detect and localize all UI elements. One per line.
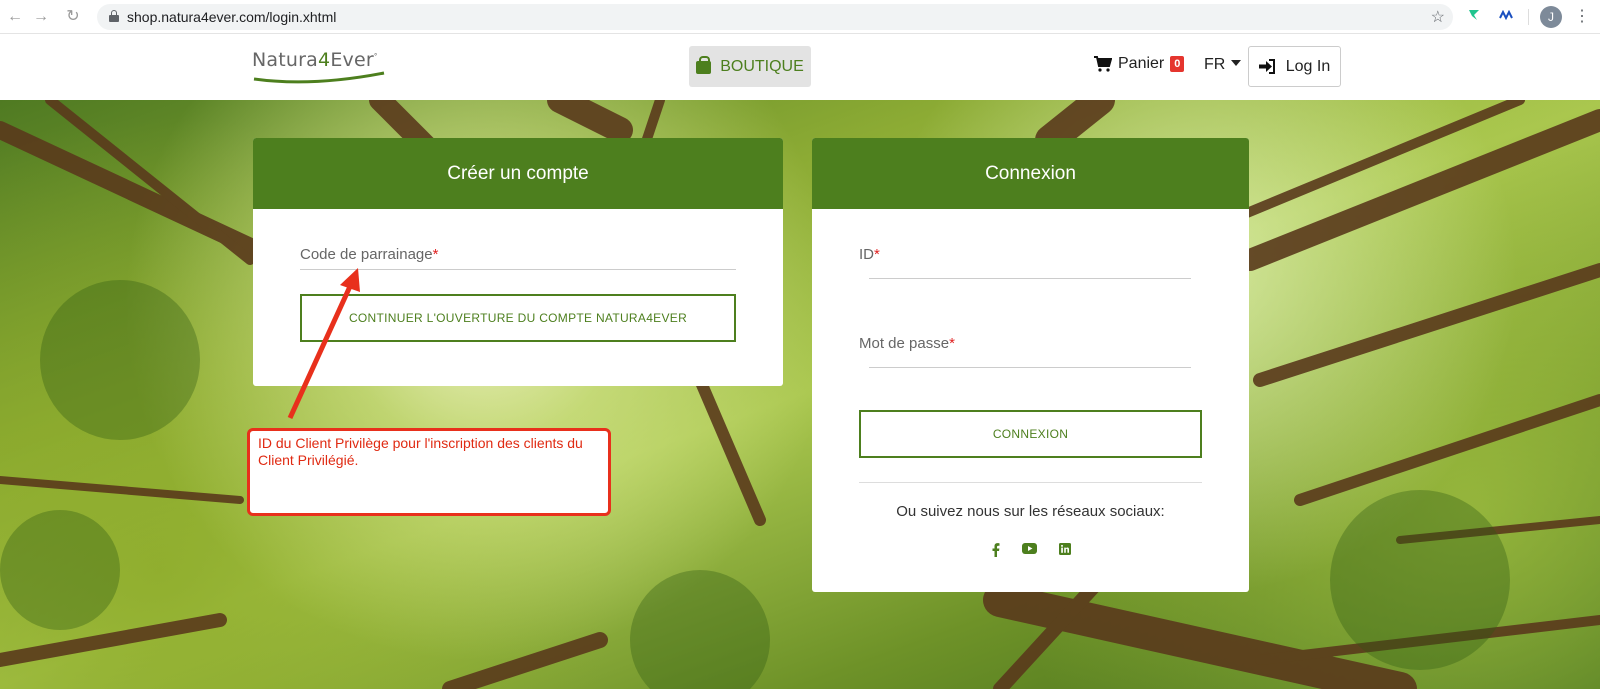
logo-text: Natura4Ever° [252, 49, 378, 71]
shopping-bag-icon [696, 56, 712, 74]
boutique-label: BOUTIQUE [720, 57, 804, 75]
referral-code-label: Code de parrainage* [300, 246, 439, 263]
profile-avatar[interactable]: J [1540, 6, 1562, 28]
logo-swoosh-icon [253, 71, 385, 84]
back-icon[interactable]: ← [4, 6, 26, 28]
login-title: Connexion [812, 138, 1249, 209]
youtube-icon[interactable] [1022, 543, 1037, 554]
chevron-down-icon [1231, 60, 1242, 66]
cart-label: Panier [1118, 55, 1165, 72]
natura4ever-logo[interactable]: Natura4Ever° [252, 49, 392, 87]
social-follow-text: Ou suivez nous sur les réseaux sociaux: [896, 503, 1165, 520]
browser-menu-icon[interactable]: ⋮ [1574, 6, 1590, 28]
reload-icon[interactable]: ↻ [62, 6, 84, 28]
site-header: Natura4Ever° BOUTIQUE Panier 0 FR Log In [0, 35, 1600, 100]
facebook-icon[interactable] [992, 543, 1000, 557]
id-label: ID* [859, 246, 880, 263]
cart-count-badge: 0 [1170, 56, 1185, 72]
url-text: shop.natura4ever.com/login.xhtml [127, 9, 337, 25]
create-account-card: Créer un compte Code de parrainage* CONT… [253, 138, 783, 386]
annotation-callout: ID du Client Privilège pour l'inscriptio… [247, 428, 611, 516]
password-label: Mot de passe* [859, 335, 955, 352]
cart-link[interactable]: Panier 0 [1094, 55, 1185, 73]
login-button[interactable]: Log In [1248, 46, 1341, 87]
annotation-text: ID du Client Privilège pour l'inscriptio… [258, 435, 583, 468]
toolbar-divider [1528, 9, 1529, 25]
lock-icon [109, 10, 119, 22]
linkedin-icon[interactable] [1059, 543, 1071, 555]
social-links [992, 543, 1071, 557]
referral-code-input[interactable] [300, 269, 736, 270]
divider [859, 482, 1202, 483]
browser-toolbar: ← → ↻ shop.natura4ever.com/login.xhtml ☆… [0, 0, 1600, 34]
extension-icon-2[interactable] [1499, 8, 1515, 23]
sign-in-icon [1258, 59, 1275, 74]
language-label: FR [1204, 56, 1226, 73]
forward-icon[interactable]: → [30, 6, 52, 28]
extension-icon[interactable] [1467, 8, 1481, 25]
boutique-button[interactable]: BOUTIQUE [689, 46, 811, 87]
connexion-button[interactable]: CONNEXION [859, 410, 1202, 458]
continue-account-button[interactable]: CONTINUER L'OUVERTURE DU COMPTE NATURA4E… [300, 294, 736, 342]
password-input[interactable] [869, 367, 1191, 368]
cart-icon [1094, 56, 1112, 72]
bookmark-star-icon[interactable]: ☆ [1431, 7, 1445, 27]
id-input[interactable] [869, 278, 1191, 279]
language-selector[interactable]: FR [1204, 56, 1242, 74]
create-account-title: Créer un compte [253, 138, 783, 209]
address-bar[interactable]: shop.natura4ever.com/login.xhtml ☆ [97, 4, 1453, 30]
login-label: Log In [1285, 57, 1331, 75]
login-card: Connexion ID* Mot de passe* CONNEXION Ou… [812, 138, 1249, 592]
forest-background-image [0, 100, 1600, 689]
